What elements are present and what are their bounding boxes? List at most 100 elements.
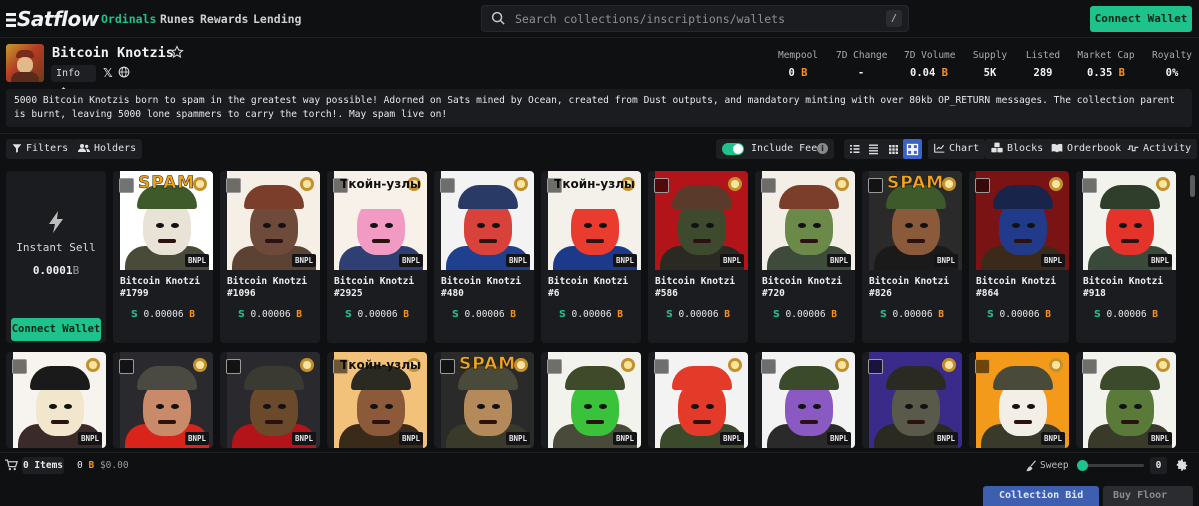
large-grid-view-button[interactable] (903, 139, 922, 159)
orderbook-button[interactable]: Orderbook (1045, 139, 1128, 159)
nft-card[interactable]: BNPL Bitcoin Knotzi #720 S 0.00006 B (755, 171, 855, 343)
nft-card[interactable]: BNPL (755, 352, 855, 448)
instant-sell-title: Instant Sell (16, 241, 96, 254)
cart-items-count[interactable]: 0 Items (22, 457, 64, 474)
connect-wallet-button[interactable]: Connect Wallet (1090, 6, 1192, 32)
instant-sell-connect-wallet-button[interactable]: Connect Wallet (11, 318, 101, 341)
nft-card[interactable]: BNPL (1076, 352, 1176, 448)
select-checkbox[interactable] (654, 359, 669, 374)
nft-card[interactable]: BNPL (220, 352, 320, 448)
character-cap (1099, 366, 1160, 390)
select-checkbox[interactable] (119, 178, 134, 193)
blocks-button[interactable]: Blocks (985, 139, 1050, 159)
select-checkbox[interactable] (761, 359, 776, 374)
nft-card[interactable]: BNPL Bitcoin Knotzi #586 S 0.00006 B (648, 171, 748, 343)
character-eye (477, 404, 485, 409)
nft-card[interactable]: BNPL Bitcoin Knotzi #480 S 0.00006 B (434, 171, 534, 343)
satflow-logo[interactable]: Satflow (6, 7, 99, 31)
select-checkbox[interactable] (226, 178, 241, 193)
select-checkbox[interactable] (1082, 359, 1097, 374)
bnpl-badge: BNPL (184, 432, 209, 445)
nav-ordinals[interactable]: Ordinals (101, 12, 156, 26)
toggle-switch[interactable] (722, 143, 744, 155)
nft-card[interactable]: SPAM BNPL Bitcoin Knotzi #826 S 0.00006 B (862, 171, 962, 343)
select-checkbox[interactable] (12, 359, 27, 374)
collection-bid-label: Collection Bid (999, 490, 1084, 501)
satflow-s-icon: S (130, 309, 138, 320)
nft-card[interactable]: BNPL Bitcoin Knotzi #918 S 0.00006 B (1076, 171, 1176, 343)
gear-icon[interactable] (1175, 458, 1189, 472)
satflow-s-icon: S (1093, 309, 1101, 320)
favorite-star-icon[interactable] (170, 45, 184, 59)
compact-list-icon (869, 144, 878, 155)
x-twitter-icon[interactable]: 𝕏 (103, 66, 113, 80)
character-mouth (692, 239, 711, 243)
select-checkbox[interactable] (868, 359, 883, 374)
nft-card[interactable]: BNPL Bitcoin Knotzi #1096 S 0.00006 B (220, 171, 320, 343)
character-eye (584, 404, 592, 409)
select-checkbox[interactable] (547, 178, 562, 193)
small-grid-view-button[interactable] (884, 139, 903, 159)
info-icon[interactable]: i (817, 143, 828, 154)
character-mouth (157, 239, 176, 243)
nft-card[interactable]: SPAM BNPL (434, 352, 534, 448)
nft-price: S 0.00006 B (541, 309, 641, 320)
collection-title: Bitcoin Knotzis (52, 45, 174, 61)
nft-card[interactable]: BNPL (541, 352, 641, 448)
bnpl-badge: BNPL (505, 254, 530, 267)
include-fees-toggle[interactable]: Include Fees i (716, 139, 834, 159)
globe-icon[interactable] (118, 66, 130, 78)
select-checkbox[interactable] (440, 178, 455, 193)
bnpl-badge: BNPL (291, 432, 316, 445)
select-checkbox[interactable] (333, 178, 348, 193)
sweep-slider[interactable] (1077, 460, 1144, 471)
search-input[interactable]: Search collections/inscriptions/wallets … (481, 5, 909, 32)
compact-list-view-button[interactable] (864, 139, 883, 159)
select-checkbox[interactable] (761, 178, 776, 193)
view-mode-switcher (844, 139, 922, 159)
info-toggle-button[interactable]: Info (51, 65, 96, 93)
select-checkbox[interactable] (1082, 178, 1097, 193)
nav-lending[interactable]: Lending (253, 12, 301, 26)
select-checkbox[interactable] (975, 359, 990, 374)
nft-card[interactable]: BNPL (648, 352, 748, 448)
sweep-slider-handle[interactable] (1077, 460, 1088, 471)
select-checkbox[interactable] (119, 359, 134, 374)
coin-decoration (621, 358, 635, 372)
activity-button[interactable]: Activity (1121, 139, 1198, 159)
nav-runes[interactable]: Runes (160, 12, 195, 26)
character-mouth (1013, 239, 1032, 243)
select-checkbox[interactable] (868, 178, 883, 193)
nft-card[interactable]: Ткойн-узлы BNPL Bitcoin Knotzi #6 S 0.00006… (541, 171, 641, 343)
nft-card[interactable]: BNPL (6, 352, 106, 448)
search-shortcut-key: / (886, 10, 902, 27)
select-checkbox[interactable] (654, 178, 669, 193)
grid-scrollbar[interactable] (1190, 171, 1195, 451)
character-cap (29, 366, 90, 390)
select-checkbox[interactable] (226, 359, 241, 374)
nft-card[interactable]: Ткойн-узлы BNPL Bitcoin Knotzi #2925 S 0.00… (327, 171, 427, 343)
sweep-count[interactable]: 0 (1150, 457, 1167, 474)
nft-card[interactable]: BNPL (113, 352, 213, 448)
collection-bid-button[interactable]: Collection Bid (983, 486, 1099, 506)
filters-button[interactable]: Filters (6, 139, 75, 159)
sweep-label: Sweep (1040, 460, 1069, 471)
coin-decoration (835, 358, 849, 372)
select-checkbox[interactable] (440, 359, 455, 374)
list-view-button[interactable] (845, 139, 864, 159)
stat-label: 7D Volume (904, 50, 956, 61)
select-checkbox[interactable] (975, 178, 990, 193)
character-eye (706, 404, 714, 409)
nft-card[interactable]: BNPL (862, 352, 962, 448)
nav-rewards[interactable]: Rewards (200, 12, 248, 26)
buy-floor-button[interactable]: Buy Floor (1103, 486, 1193, 506)
select-checkbox[interactable] (333, 359, 348, 374)
holders-button[interactable]: Holders (72, 139, 143, 159)
chart-button[interactable]: Chart (928, 139, 986, 159)
nft-card[interactable]: SPAM BNPL Bitcoin Knotzi #1799 S 0.00006 B (113, 171, 213, 343)
stat-royalty: Royalty 0% (1150, 50, 1194, 79)
nft-card[interactable]: BNPL (969, 352, 1069, 448)
select-checkbox[interactable] (547, 359, 562, 374)
nft-card[interactable]: Ткойн-узлы BNPL (327, 352, 427, 448)
nft-card[interactable]: BNPL Bitcoin Knotzi #864 S 0.00006 B (969, 171, 1069, 343)
